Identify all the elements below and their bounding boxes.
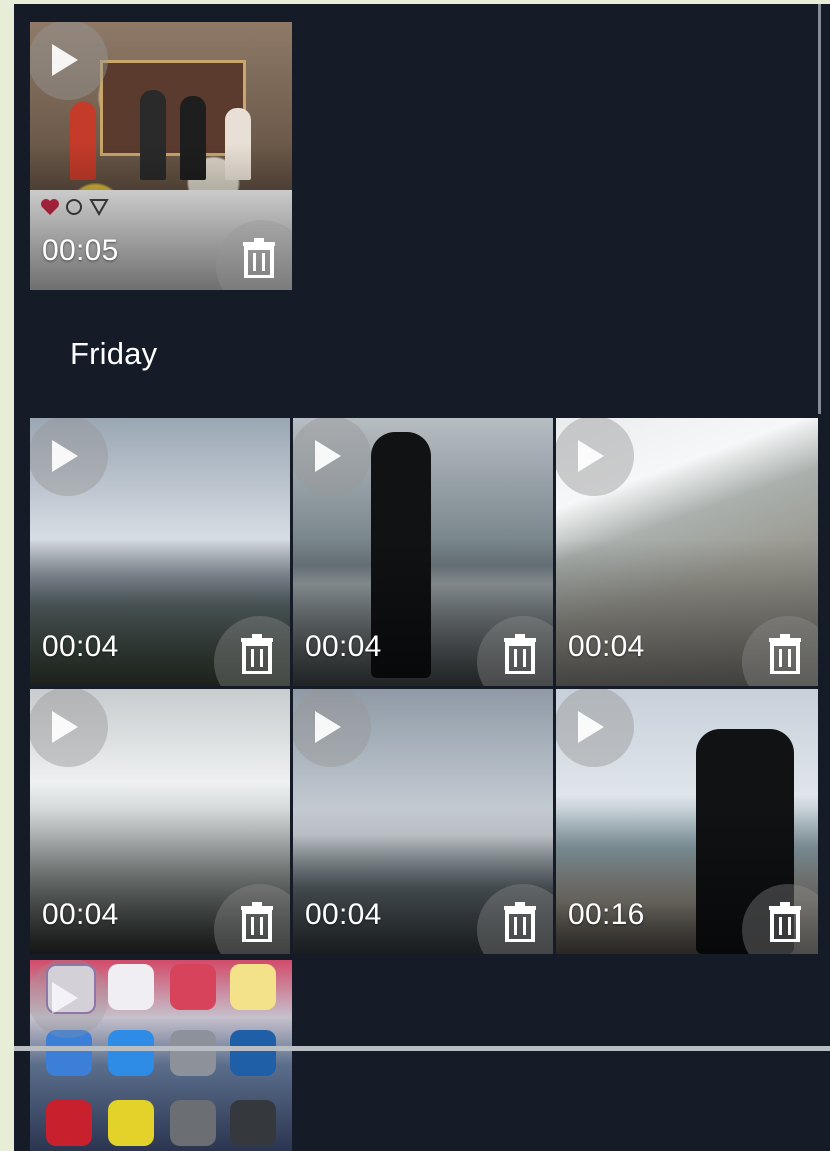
app-icon [108,1100,154,1146]
trash-icon[interactable] [768,902,802,942]
video-thumbnail[interactable]: 00:04 [293,689,553,954]
trash-icon[interactable] [240,902,274,942]
play-button[interactable] [30,22,108,100]
play-button[interactable] [293,689,371,767]
play-button[interactable] [293,418,371,496]
video-thumbnail[interactable]: 00:04 [556,418,818,686]
video-thumbnail[interactable]: 00:04 [30,418,290,686]
video-thumbnail-top[interactable]: 00:05 [30,22,292,290]
video-duration: 00:16 [568,898,645,931]
play-button[interactable] [30,418,108,496]
video-thumbnail-partial[interactable] [30,960,292,1151]
play-icon [315,440,341,472]
video-duration: 00:04 [42,630,119,663]
app-icon [230,1100,276,1146]
play-icon [578,711,604,743]
app-icon [230,964,276,1010]
video-thumbnail[interactable]: 00:16 [556,689,818,954]
video-duration: 00:05 [42,234,119,267]
play-icon [52,44,78,76]
section-title: Friday [70,336,158,371]
play-icon [578,440,604,472]
app-icon [170,964,216,1010]
video-duration: 00:04 [568,630,645,663]
play-button[interactable] [30,689,108,767]
scroll-indicator [818,4,821,414]
trash-icon[interactable] [503,902,537,942]
video-duration: 00:04 [305,898,382,931]
trash-icon[interactable] [240,634,274,674]
app-icon [170,1030,216,1076]
trash-icon[interactable] [242,238,276,278]
video-duration: 00:04 [42,898,119,931]
video-duration: 00:04 [305,630,382,663]
app-icon [230,1030,276,1076]
play-button[interactable] [556,418,634,496]
app-icon [108,1030,154,1076]
play-button[interactable] [30,960,108,1038]
overlay-line [14,1046,830,1051]
video-gallery: 00:05 Friday 00:04 00:04 00:04 00:04 00:… [14,4,830,1151]
play-button[interactable] [556,689,634,767]
video-thumbnail[interactable]: 00:04 [30,689,290,954]
trash-icon[interactable] [768,634,802,674]
app-icon [108,964,154,1010]
play-icon [315,711,341,743]
app-icon [170,1100,216,1146]
play-icon [52,982,78,1014]
video-thumbnail[interactable]: 00:04 [293,418,553,686]
play-icon [52,711,78,743]
app-icon [46,1100,92,1146]
trash-icon[interactable] [503,634,537,674]
play-icon [52,440,78,472]
